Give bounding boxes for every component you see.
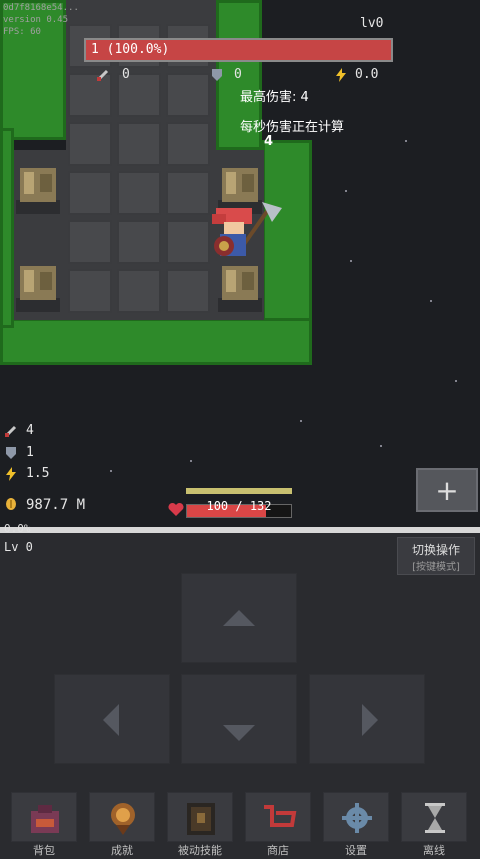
nav-label-achievement: 成就 — [111, 844, 133, 857]
gold-coin-icon — [6, 498, 16, 510]
add-button[interactable]: + — [416, 468, 478, 512]
floor-tile — [117, 220, 161, 264]
switch-control-title: 切换操作 — [411, 543, 460, 557]
nav-settings-button[interactable] — [323, 792, 389, 842]
dpad-left-button[interactable] — [54, 674, 170, 764]
switch-control-subtitle: [按键模式] — [412, 562, 460, 573]
exp-percent: 0.0% — [4, 522, 31, 535]
dps-text: 每秒伤害正在计算 — [240, 120, 345, 135]
boss-attack-value: 0 — [122, 67, 130, 82]
backpack-icon — [31, 805, 59, 833]
shield-icon — [212, 69, 222, 81]
skill-book-icon — [187, 803, 215, 835]
heart-icon — [168, 502, 184, 516]
debug-version: version 0.45 — [3, 15, 69, 25]
arrow-down-icon — [223, 725, 255, 741]
floor-tile — [166, 269, 210, 313]
floor-tile — [68, 122, 112, 166]
hourglass-icon — [425, 803, 445, 833]
shield-icon — [6, 447, 16, 459]
grass-wall-bottom — [0, 318, 312, 365]
boss-hp-bar: 1 (100.0%) — [84, 38, 393, 62]
statue-icon — [16, 266, 60, 312]
statue-icon — [16, 168, 60, 214]
boss-speed-value: 0.0 — [355, 67, 379, 82]
damage-number: 4 — [264, 134, 274, 149]
floor-tile — [117, 122, 161, 166]
nav-shop-button[interactable] — [245, 792, 311, 842]
nav-backpack-button[interactable] — [11, 792, 77, 842]
nav-passive-skill-button[interactable] — [167, 792, 233, 842]
floor-tile — [68, 269, 112, 313]
player-speed: 1.5 — [26, 466, 50, 481]
player-defense: 1 — [26, 445, 34, 460]
nav-label-backpack: 背包 — [33, 844, 55, 857]
floor-tile — [166, 171, 210, 215]
sword-icon — [4, 425, 17, 438]
dpad-right-button[interactable] — [309, 674, 425, 764]
player-level: Lv 0 — [4, 540, 33, 554]
exp-bar — [0, 527, 480, 533]
statue-icon — [218, 266, 262, 312]
debug-id: 0d7f8168e54... — [3, 3, 79, 13]
sword-icon — [96, 69, 109, 82]
debug-fps: FPS: 60 — [3, 27, 41, 37]
enemy-level: lv0 — [360, 16, 384, 31]
floor-tile — [117, 269, 161, 313]
nav-label-settings: 设置 — [345, 844, 367, 857]
floor-tile — [68, 171, 112, 215]
nav-achievement-button[interactable] — [89, 792, 155, 842]
arrow-right-icon — [362, 704, 378, 736]
shop-icon — [264, 805, 297, 827]
max-damage-text: 最高伤害: 4 — [240, 90, 309, 105]
player-attack: 4 — [26, 423, 34, 438]
nav-label-shop: 商店 — [267, 844, 289, 857]
dpad-up-button[interactable] — [181, 573, 297, 663]
floor-tile — [117, 171, 161, 215]
lightning-icon — [336, 68, 346, 82]
arrow-left-icon — [103, 704, 119, 736]
dpad-down-button[interactable] — [181, 674, 297, 764]
medal-icon — [111, 803, 135, 835]
switch-control-button[interactable]: 切换操作 [按键模式] — [397, 537, 475, 575]
nav-offline-button[interactable] — [401, 792, 467, 842]
plus-icon: + — [435, 474, 459, 507]
nav-label-offline: 离线 — [423, 844, 445, 857]
nav-label-passive-skill: 被动技能 — [178, 844, 222, 857]
player-hp-text: 100 / 132 — [206, 499, 272, 513]
floor-tile — [166, 220, 210, 264]
grass-wall-middle-left — [0, 128, 14, 328]
xp-bar — [186, 488, 292, 494]
boss-defense-value: 0 — [234, 67, 242, 82]
game-viewport[interactable]: 0d7f8168e54... version 0.45 FPS: 60 lv0 … — [0, 0, 480, 527]
lightning-icon — [6, 467, 16, 481]
floor-tile — [68, 220, 112, 264]
gear-icon — [342, 803, 372, 833]
floor-tile — [166, 122, 210, 166]
hero-character[interactable] — [210, 200, 286, 264]
gold-amount: 987.7 M — [26, 497, 86, 513]
arrow-up-icon — [223, 610, 255, 626]
floor-tile — [166, 73, 210, 117]
